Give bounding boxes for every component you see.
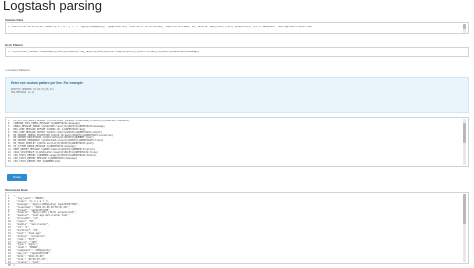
- custom-patterns-hint-panel: Enter one custom pattern per line. For e…: [5, 77, 469, 113]
- sample-scroll-thumb[interactable]: [463, 24, 466, 29]
- pattern-line: 15 CPU_STATS_REPORT_SMT %{NUMBER:smt}: [8, 159, 61, 163]
- output-scrollbar[interactable]: [463, 194, 466, 262]
- structured-data-text: 1 {2 "log_level": "ERROR", 3 "class": "[L…: [8, 195, 463, 268]
- sample-data-editor[interactable]: 1 2021-03-08 09:56:45,227 ERROR [L o c a…: [5, 22, 469, 34]
- custom-patterns-hint: Enter one custom pattern per line. For e…: [11, 81, 84, 85]
- output-line: 25 }: [8, 263, 15, 267]
- custom-patterns-list: 1 ACTIVE_LOG_DUMPS_BEGINS (%{TIMESTAMP_I…: [8, 120, 463, 164]
- custom-patterns-editor[interactable]: 1 ACTIVE_LOG_DUMPS_BEGINS (%{TIMESTAMP_I…: [5, 117, 469, 167]
- sample-data-text: 1 2021-03-08 09:56:45,227 ERROR [L o c a…: [8, 26, 313, 28]
- parse-button[interactable]: Parse: [7, 174, 27, 181]
- custom-patterns-example: POSTFIX_QUEUEID [0-9A-F]{10,11} MSG_MESS…: [11, 88, 54, 94]
- example-line: MSG_MESSAGE [a-z]: [11, 91, 35, 94]
- patterns-scrollbar[interactable]: [463, 119, 466, 165]
- structured-data-output: 1 {2 "log_level": "ERROR", 3 "class": "[L…: [5, 192, 469, 267]
- page-title: Logstash parsing: [3, 0, 103, 13]
- grok-pattern-editor[interactable]: 1 %{TIMESTAMP_ISO8601:timestamp}%{SPACE}…: [5, 47, 469, 57]
- output-scroll-thumb[interactable]: [463, 194, 466, 224]
- custom-patterns-toggle[interactable]: » Custom Patterns: [5, 68, 469, 73]
- grok-pattern-text: 1 %{TIMESTAMP_ISO8601:timestamp}%{SPACE}…: [8, 51, 199, 53]
- sample-scrollbar[interactable]: [463, 24, 466, 33]
- patterns-scroll-thumb[interactable]: [463, 123, 466, 143]
